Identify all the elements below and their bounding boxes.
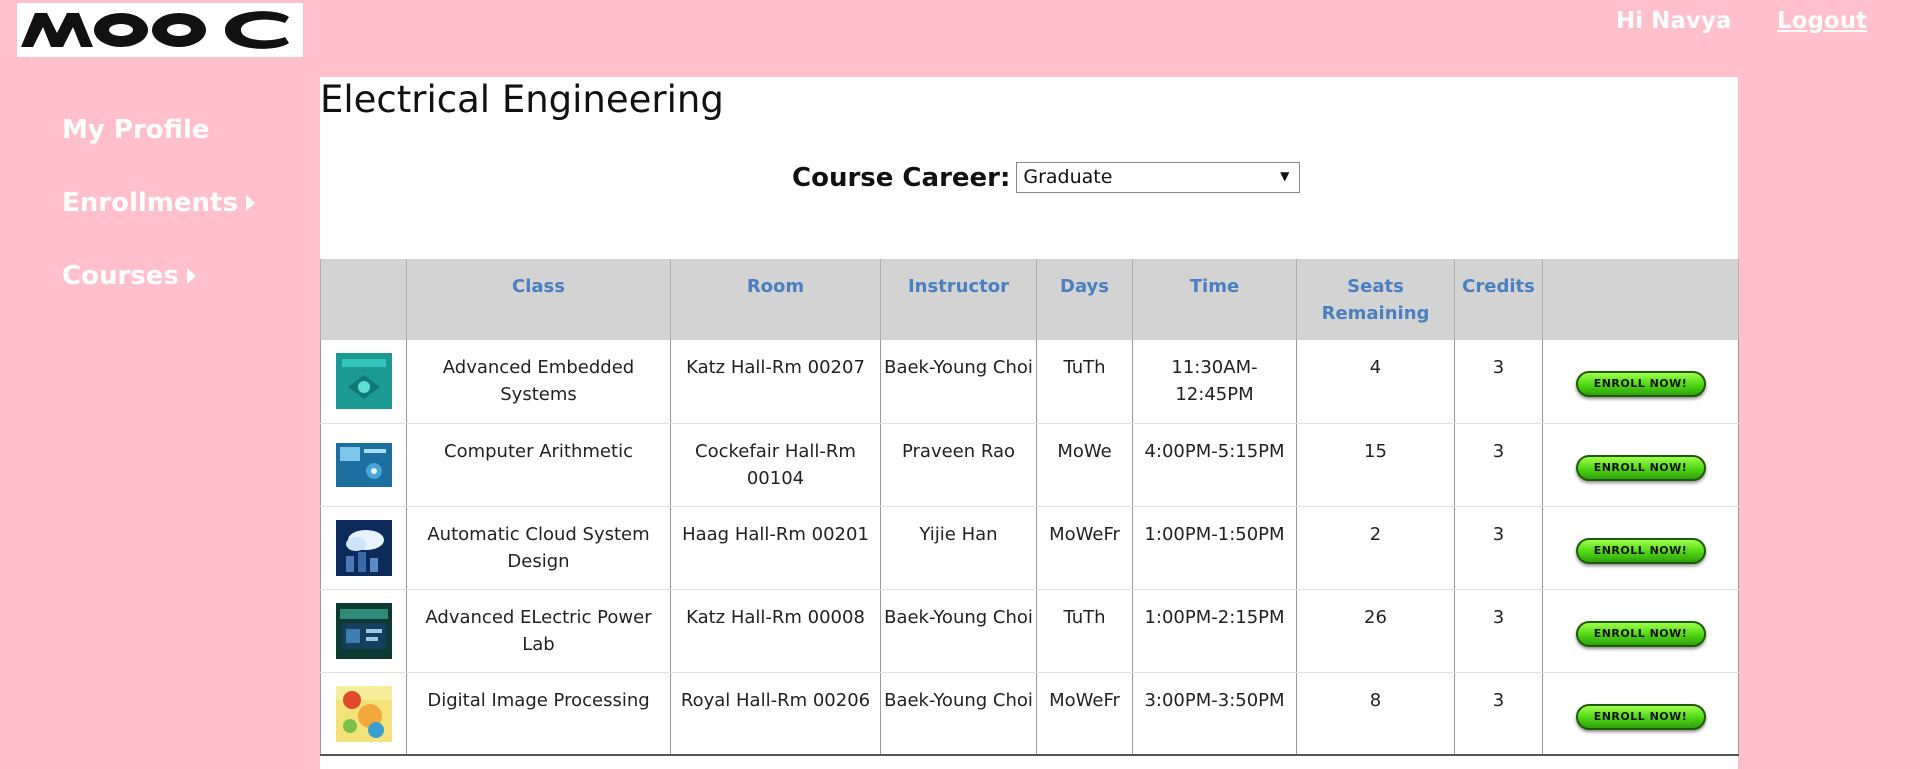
course-room: Katz Hall-Rm 00008: [670, 589, 881, 673]
caret-right-icon: [245, 195, 255, 211]
course-seats: 8: [1296, 672, 1455, 756]
course-credits: 3: [1454, 506, 1543, 590]
book-cover-image: [335, 602, 392, 659]
course-thumbnail-cell: [320, 589, 407, 673]
caret-right-icon: [186, 268, 196, 284]
enroll-now-button[interactable]: ENROLL NOW!: [1575, 371, 1706, 397]
sidebar-item-label: Courses: [62, 261, 179, 291]
course-credits: 3: [1454, 589, 1543, 673]
course-time: 3:00PM-3:50PM: [1132, 672, 1297, 756]
book-cover-image: [335, 353, 392, 409]
sidebar-item-label: My Profile: [62, 115, 210, 145]
course-credits: 3: [1454, 672, 1543, 756]
user-greeting: Hi Navya: [1616, 8, 1732, 34]
course-room: Haag Hall-Rm 00201: [670, 506, 881, 590]
column-header-action: [1542, 259, 1739, 340]
dropdown-arrow-icon: ▼: [1280, 169, 1290, 183]
course-class[interactable]: Advanced ELectric Power Lab: [406, 589, 671, 673]
course-instructor: Baek-Young Choi: [880, 340, 1037, 424]
column-header-room[interactable]: Room: [670, 259, 881, 340]
column-header-days[interactable]: Days: [1036, 259, 1133, 340]
enroll-now-button[interactable]: ENROLL NOW!: [1575, 620, 1706, 647]
enroll-now-button[interactable]: ENROLL NOW!: [1575, 454, 1706, 481]
course-days: TuTh: [1036, 589, 1133, 673]
book-cover-image: [335, 519, 392, 576]
course-thumbnail-cell: [320, 423, 407, 507]
course-career-label: Course Career:: [792, 162, 1011, 193]
column-header-class[interactable]: Class: [406, 259, 671, 340]
course-instructor: Praveen Rao: [880, 423, 1037, 507]
enroll-cell: ENROLL NOW!: [1542, 506, 1739, 590]
course-class[interactable]: Automatic Cloud System Design: [406, 506, 671, 590]
course-credits: 3: [1454, 340, 1543, 424]
column-header-time[interactable]: Time: [1132, 259, 1297, 340]
table-row: Automatic Cloud System Design Haag Hall-…: [320, 506, 1739, 590]
course-seats: 2: [1296, 506, 1455, 590]
main-content: Electrical Engineering Course Career: Gr…: [320, 77, 1739, 769]
course-room: Katz Hall-Rm 00207: [670, 340, 881, 424]
course-class[interactable]: Computer Arithmetic: [406, 423, 671, 507]
course-seats: 15: [1296, 423, 1455, 507]
table-row: Advanced ELectric Power Lab Katz Hall-Rm…: [320, 589, 1739, 673]
sidebar-item-my-profile[interactable]: My Profile: [62, 112, 302, 148]
course-table: Class Room Instructor Days Time Seats Re…: [320, 259, 1739, 756]
course-days: TuTh: [1036, 340, 1133, 424]
course-days: MoWeFr: [1036, 672, 1133, 756]
column-header-instructor[interactable]: Instructor: [880, 259, 1037, 340]
course-time: 1:00PM-1:50PM: [1132, 506, 1297, 590]
table-row: Computer Arithmetic Cockefair Hall-Rm 00…: [320, 423, 1739, 507]
course-thumbnail-cell: [320, 340, 407, 424]
course-class[interactable]: Digital Image Processing: [406, 672, 671, 756]
course-class[interactable]: Advanced Embedded Systems: [406, 340, 671, 424]
course-instructor: Yijie Han: [880, 506, 1037, 590]
enroll-cell: ENROLL NOW!: [1542, 672, 1739, 756]
column-header-credits[interactable]: Credits: [1454, 259, 1543, 340]
course-thumbnail-cell: [320, 672, 407, 756]
enroll-cell: ENROLL NOW!: [1542, 340, 1739, 424]
course-days: MoWeFr: [1036, 506, 1133, 590]
enroll-cell: ENROLL NOW!: [1542, 423, 1739, 507]
enroll-cell: ENROLL NOW!: [1542, 589, 1739, 673]
course-time: 4:00PM-5:15PM: [1132, 423, 1297, 507]
course-time: 11:30AM-12:45PM: [1132, 340, 1297, 424]
column-header-seats-remaining[interactable]: Seats Remaining: [1296, 259, 1455, 340]
mooc-logo[interactable]: [17, 3, 303, 57]
course-seats: 4: [1296, 340, 1455, 424]
enroll-now-button[interactable]: ENROLL NOW!: [1575, 703, 1706, 730]
sidebar-item-label: Enrollments: [62, 188, 238, 218]
course-time: 1:00PM-2:15PM: [1132, 589, 1297, 673]
page-title: Electrical Engineering: [320, 78, 724, 121]
table-row: Digital Image Processing Royal Hall-Rm 0…: [320, 672, 1739, 756]
sidebar-item-enrollments[interactable]: Enrollments: [62, 185, 302, 221]
course-thumbnail-cell: [320, 506, 407, 590]
course-career-value: Graduate: [1023, 166, 1113, 188]
column-header-image: [320, 259, 407, 340]
course-career-filter: Course Career: Graduate ▼: [792, 162, 1301, 193]
course-credits: 3: [1454, 423, 1543, 507]
book-cover-image: [335, 685, 392, 742]
table-row: Advanced Embedded Systems Katz Hall-Rm 0…: [320, 340, 1739, 424]
book-cover-image: [335, 442, 392, 487]
enroll-now-button[interactable]: ENROLL NOW!: [1575, 537, 1706, 564]
course-seats: 26: [1296, 589, 1455, 673]
course-instructor: Baek-Young Choi: [880, 589, 1037, 673]
logout-link[interactable]: Logout: [1777, 8, 1867, 38]
course-room: Cockefair Hall-Rm 00104: [670, 423, 881, 507]
course-instructor: Baek-Young Choi: [880, 672, 1037, 756]
course-room: Royal Hall-Rm 00206: [670, 672, 881, 756]
course-days: MoWe: [1036, 423, 1133, 507]
sidebar-nav: My Profile Enrollments Courses: [62, 112, 302, 331]
table-header-row: Class Room Instructor Days Time Seats Re…: [320, 259, 1739, 340]
course-career-select[interactable]: Graduate ▼: [1016, 162, 1301, 193]
sidebar-item-courses[interactable]: Courses: [62, 258, 302, 294]
